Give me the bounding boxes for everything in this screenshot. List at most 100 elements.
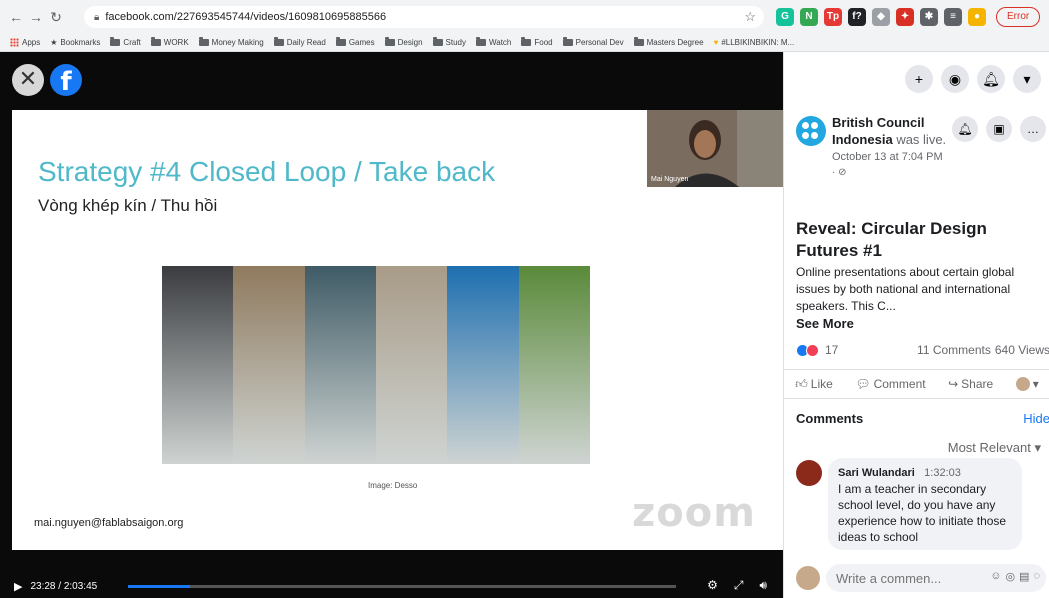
commenter-name[interactable]: Sari Wulandari <box>838 467 915 479</box>
bookmark-item[interactable]: Games <box>335 37 375 47</box>
post-actions: 👍︎ Like 💬︎ Comment ↪ Share ▾ <box>784 369 1049 399</box>
bookmark-item[interactable]: Masters Degree <box>633 37 704 47</box>
commenter-avatar[interactable] <box>796 460 822 486</box>
formula-icon[interactable]: f? <box>848 8 866 26</box>
presentation-slide: Strategy #4 Closed Loop / Take back Vòng… <box>12 110 783 550</box>
bookmark-item[interactable]: Craft <box>110 37 141 47</box>
volume-icon[interactable]: 🔊︎ <box>759 578 767 593</box>
post-time[interactable]: October 13 at 7:04 PM <box>832 150 950 164</box>
facebook-logo-icon[interactable]: f <box>50 64 82 97</box>
collage-panel <box>447 266 519 464</box>
bookmark-item[interactable]: Watch <box>476 37 511 47</box>
bookmark-item[interactable]: Design <box>384 37 423 47</box>
share-button[interactable]: ↪ Share <box>948 377 993 391</box>
comment-timestamp[interactable]: 1:32:03 <box>924 467 961 479</box>
comments-count[interactable]: 11 Comments <box>917 343 991 357</box>
settings-gear-icon[interactable]: ⚙ <box>707 578 718 593</box>
love-reaction-icon <box>806 343 819 357</box>
see-more-link[interactable]: See More <box>796 316 854 331</box>
camera-icon[interactable]: ◎ <box>1005 570 1015 583</box>
sort-dropdown[interactable]: Most Relevant ▾ <box>948 440 1041 456</box>
puzzle-icon[interactable]: ✱ <box>920 8 938 26</box>
reading-list-icon[interactable]: ≡ <box>944 8 962 26</box>
play-icon[interactable]: ▶ <box>14 580 22 593</box>
comments-label: Comments <box>796 411 864 426</box>
bookmark-item[interactable]: Money Making <box>198 37 264 47</box>
bookmark-item[interactable]: Study <box>432 37 466 47</box>
bookmark-label: Bookmarks <box>60 38 101 47</box>
profile-error-button[interactable]: Error <box>996 7 1041 27</box>
bookmark-item[interactable]: Daily Read <box>273 37 326 47</box>
create-plus-button[interactable]: + <box>905 65 933 93</box>
lock-icon: 🔒︎ <box>94 11 100 23</box>
gif-icon[interactable]: ▤ <box>1019 570 1029 583</box>
write-comment-row: ☺ ◎ ▤ ◌ <box>796 564 1049 594</box>
live-status: was live. <box>896 132 947 147</box>
forward-icon[interactable]: → <box>26 9 46 25</box>
heart-icon: ♥ <box>713 38 719 47</box>
thumbs-up-icon: 👍︎ <box>795 376 808 391</box>
like-button[interactable]: 👍︎ Like <box>795 377 833 392</box>
hide-comments-link[interactable]: Hide <box>1023 411 1049 426</box>
folder-icon <box>432 37 443 46</box>
bookmark-item[interactable]: ★ Bookmarks <box>50 38 100 47</box>
presenter-email: mai.nguyen@fablabsaigon.org <box>34 517 184 529</box>
speaker-name: Mai Nguyen <box>651 176 689 183</box>
comment-bubble-icon: 💬︎ <box>855 377 871 391</box>
comment-button[interactable]: 💬︎ Comment <box>855 377 925 391</box>
bookmark-label: Daily Read <box>286 38 326 47</box>
back-icon[interactable]: ← <box>6 9 26 25</box>
bookmark-star-icon[interactable]: ☆ <box>744 9 756 25</box>
sort-label: Most Relevant <box>947 440 1031 455</box>
bookmark-label: Money Making <box>211 38 264 47</box>
folder-icon <box>198 37 209 46</box>
folder-icon <box>335 37 346 46</box>
user-avatar-small <box>1015 377 1030 391</box>
emoji-icon[interactable]: ☺ <box>990 570 1001 583</box>
bookmark-item[interactable]: Food <box>521 37 553 47</box>
reaction-avatar-chevron[interactable]: ▾ <box>1015 377 1039 391</box>
folder-icon <box>562 37 573 46</box>
share-arrow-icon: ↪ <box>948 377 959 391</box>
reload-icon[interactable]: ↻ <box>46 9 66 26</box>
page-avatar[interactable] <box>796 116 826 146</box>
fullscreen-icon[interactable]: ⤢ <box>734 578 744 593</box>
collage-panel <box>518 266 590 464</box>
bookmarks-bar: Apps ★ Bookmarks Craft WORK Money Making Daily… <box>0 34 1049 52</box>
notifications-bell-icon[interactable]: 🔔︎ <box>977 65 1005 93</box>
bookmark-item[interactable]: WORK <box>150 37 189 47</box>
address-bar[interactable]: 🔒︎ facebook.com/227693545744/videos/1609… <box>84 6 764 28</box>
reaction-count[interactable]: 17 <box>825 343 838 357</box>
save-bookmark-icon[interactable]: ▣ <box>986 116 1012 142</box>
video-player[interactable]: ✕ f Strategy #4 Closed Loop / Take back … <box>0 52 783 598</box>
more-options-icon[interactable]: … <box>1020 116 1046 142</box>
bookmark-label: WORK <box>163 38 189 47</box>
sticker-icon[interactable]: ◌ <box>1033 570 1040 583</box>
grammarly-icon[interactable]: G <box>776 8 794 26</box>
bookmark-item[interactable]: ♥ #LLBIKINBIKIN: M... <box>714 38 795 47</box>
close-button[interactable]: ✕ <box>12 64 44 96</box>
page-info: British Council Indonesia was live. Octo… <box>796 112 1046 212</box>
bookmark-item[interactable]: Apps <box>10 38 40 47</box>
extension-tp-icon[interactable]: Tp <box>824 8 842 26</box>
progress-bar[interactable] <box>128 585 676 588</box>
account-menu-chevron-icon[interactable]: ▾ <box>1013 65 1041 93</box>
video-title: Reveal: Circular Design Futures #1 <box>796 219 987 260</box>
comment-bubble: Sari Wulandari 1:32:03 I am a teacher in… <box>828 458 1022 550</box>
bookmark-label: Study <box>445 38 466 47</box>
bookmark-item[interactable]: Personal Dev <box>562 37 624 47</box>
extension-n-icon[interactable]: N <box>800 8 818 26</box>
extension-grey-icon[interactable]: ◆ <box>872 8 890 26</box>
slide-image-collage <box>162 266 590 464</box>
messenger-icon[interactable]: ◉ <box>941 65 969 93</box>
bookmark-label: Design <box>397 38 423 47</box>
speaker-webcam: Mai Nguyen <box>647 110 783 187</box>
url-text: facebook.com/227693545744/videos/1609810… <box>105 11 387 23</box>
follow-bell-icon[interactable]: 🔔︎ <box>952 116 978 142</box>
description-text: Online presentations about certain globa… <box>796 265 1015 313</box>
video-description: Online presentations about certain globa… <box>796 264 1042 333</box>
extension-red-icon[interactable]: ✦ <box>896 8 914 26</box>
bookmark-label: Personal Dev <box>575 38 624 47</box>
slide-subtitle: Vòng khép kín / Thu hồi <box>38 196 218 215</box>
profile-icon[interactable]: ● <box>968 8 986 26</box>
